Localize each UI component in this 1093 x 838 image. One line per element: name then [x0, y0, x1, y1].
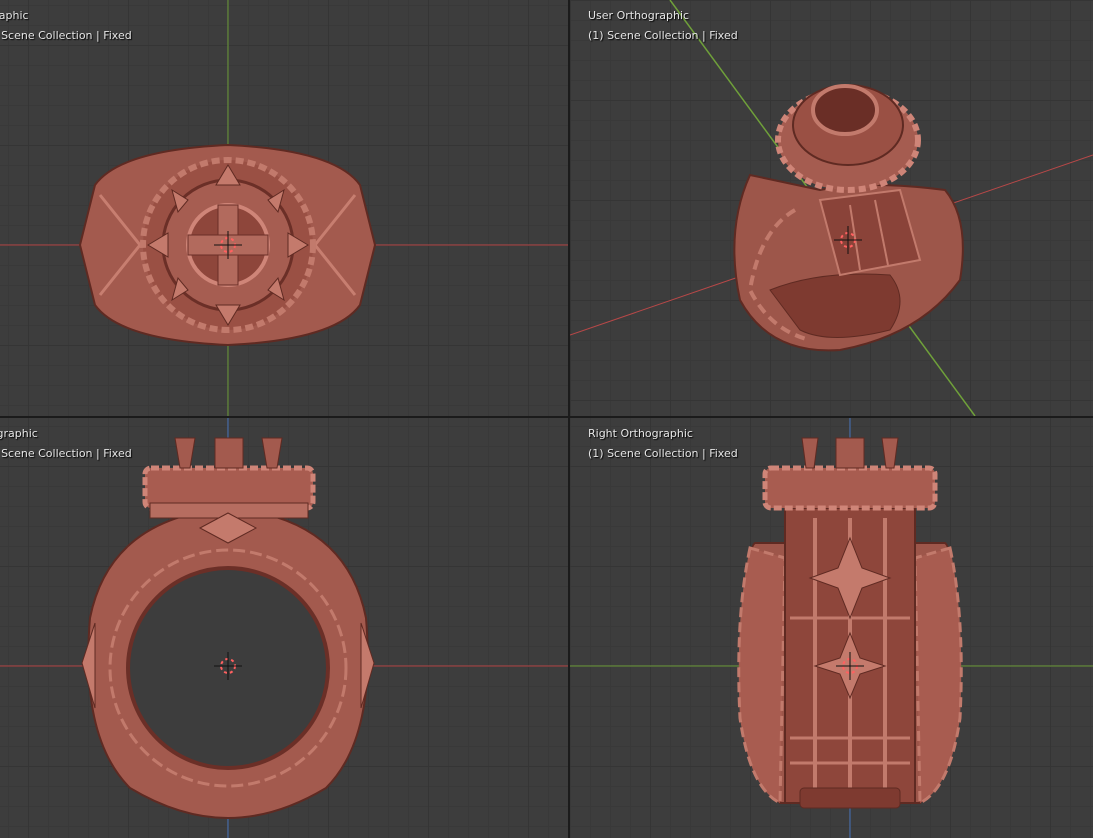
- ring-model-front[interactable]: [81, 437, 375, 820]
- viewport-top[interactable]: Top Orthographic (1) Scene Collection | …: [0, 0, 568, 416]
- viewport-collection: (1) Scene Collection | Fixed: [588, 29, 738, 42]
- viewport-separator-horizontal[interactable]: [0, 416, 1093, 418]
- viewport-right[interactable]: Right Orthographic (1) Scene Collection …: [570, 418, 1093, 838]
- viewport-collection: (1) Scene Collection | Fixed: [0, 29, 132, 42]
- viewport-collection: (1) Scene Collection | Fixed: [0, 447, 132, 460]
- ring-model-user[interactable]: [733, 84, 964, 352]
- ring-model-right[interactable]: [737, 437, 963, 809]
- viewport-user[interactable]: User Orthographic (1) Scene Collection |…: [570, 0, 1093, 416]
- viewport-separator-vertical[interactable]: [568, 0, 570, 838]
- top-view-scene: [0, 0, 568, 416]
- viewport-title: Front Orthographic: [0, 427, 38, 440]
- viewport-title: Top Orthographic: [0, 9, 29, 22]
- front-view-scene: [0, 418, 568, 838]
- right-view-scene: [570, 418, 1093, 838]
- user-view-scene: [570, 0, 1093, 416]
- viewport-collection: (1) Scene Collection | Fixed: [588, 447, 738, 460]
- viewport-title: User Orthographic: [588, 9, 690, 22]
- viewport-title: Right Orthographic: [588, 427, 693, 440]
- viewport-front[interactable]: Front Orthographic (1) Scene Collection …: [0, 418, 568, 838]
